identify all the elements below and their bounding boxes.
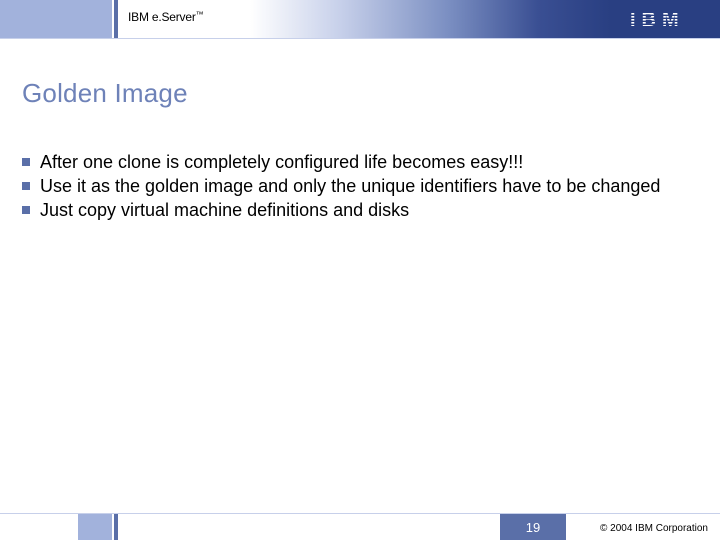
header-logo-box: IBM <box>610 0 720 38</box>
header-bar: IBM e.Server™ IBM <box>0 0 720 38</box>
header-divider <box>114 0 118 38</box>
page-number-box: 19 <box>500 514 566 540</box>
ibm-logo-icon: IBM <box>630 7 700 31</box>
bullet-list: After one clone is completely configured… <box>22 150 680 222</box>
svg-text:IBM: IBM <box>630 9 685 31</box>
product-name: IBM e.Server <box>128 10 196 24</box>
trademark-icon: ™ <box>196 10 204 19</box>
list-item: Use it as the golden image and only the … <box>22 174 680 198</box>
bullet-text: Use it as the golden image and only the … <box>40 174 680 198</box>
bullet-icon <box>22 158 30 166</box>
footer-bar: 19 © 2004 IBM Corporation <box>0 510 720 540</box>
list-item: After one clone is completely configured… <box>22 150 680 174</box>
header-underline <box>0 38 720 39</box>
page-number: 19 <box>526 520 540 535</box>
bullet-text: Just copy virtual machine definitions an… <box>40 198 680 222</box>
bullet-icon <box>22 182 30 190</box>
product-label: IBM e.Server™ <box>128 10 203 24</box>
copyright-text: © 2004 IBM Corporation <box>600 523 708 534</box>
header-accent-block <box>0 0 112 38</box>
bullet-icon <box>22 206 30 214</box>
footer-divider <box>114 514 118 540</box>
header-gradient <box>250 0 610 38</box>
footer-accent-block <box>78 514 112 540</box>
bullet-text: After one clone is completely configured… <box>40 150 680 174</box>
list-item: Just copy virtual machine definitions an… <box>22 198 680 222</box>
page-title: Golden Image <box>22 78 188 109</box>
